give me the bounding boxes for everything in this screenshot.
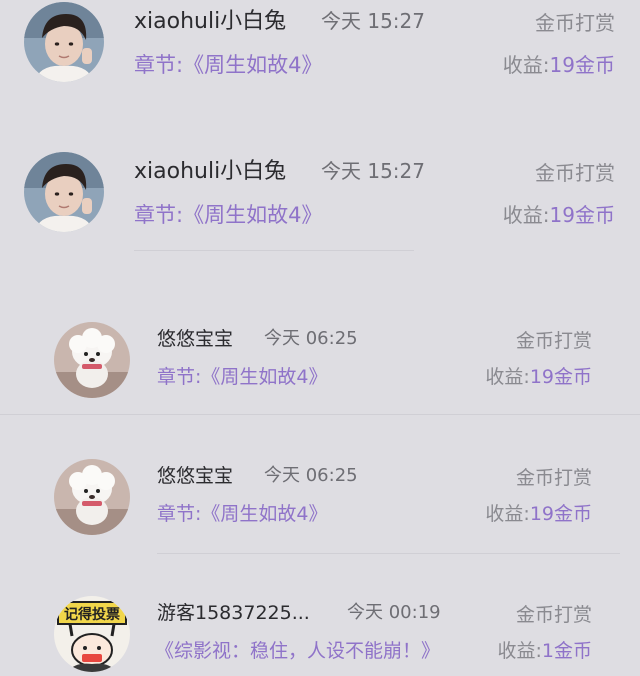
reward-time: 今天 06:25 bbox=[264, 328, 358, 349]
income-label: 收益: bbox=[502, 203, 550, 227]
income-label: 收益: bbox=[497, 640, 542, 662]
reward-type: 金币打赏 bbox=[515, 467, 592, 489]
chapter-link[interactable]: 章节:《周生如故4》 bbox=[157, 505, 328, 524]
chapter-link[interactable]: 《综影视：稳住，人设不能崩！》 bbox=[155, 642, 440, 661]
white-dog-avatar-icon[interactable] bbox=[54, 459, 130, 535]
reward-item[interactable]: xiaohuli小白兔 今天 15:27 金币打赏 章节:《周生如故4》 收益:… bbox=[0, 152, 640, 252]
income: 收益:19金币 bbox=[503, 55, 615, 75]
boy-avatar-icon[interactable] bbox=[24, 152, 104, 232]
boy-avatar-icon[interactable] bbox=[24, 2, 104, 82]
income-amount: 19金币 bbox=[549, 53, 615, 77]
reward-item[interactable]: xiaohuli小白兔 今天 15:27 金币打赏 章节:《周生如故4》 收益:… bbox=[0, 2, 640, 98]
reward-type: 金币打赏 bbox=[515, 330, 592, 352]
divider bbox=[157, 553, 620, 554]
reward-item[interactable]: 记得投票 游客15837225... 今天 00:19 金币打赏 《综影视：稳住… bbox=[0, 596, 640, 676]
income-amount: 1金币 bbox=[541, 640, 592, 662]
username: 悠悠宝宝 bbox=[157, 465, 234, 487]
income-label: 收益: bbox=[485, 366, 530, 388]
reward-time: 今天 06:25 bbox=[264, 465, 358, 486]
chapter-link[interactable]: 章节:《周生如故4》 bbox=[134, 55, 322, 76]
income-amount: 19金币 bbox=[549, 203, 615, 227]
username: 游客15837225... bbox=[157, 602, 310, 624]
reward-item[interactable]: 悠悠宝宝 今天 06:25 金币打赏 章节:《周生如故4》 收益:19金币 bbox=[0, 459, 640, 554]
chapter-link[interactable]: 章节:《周生如故4》 bbox=[157, 368, 328, 387]
income: 收益:19金币 bbox=[503, 205, 615, 225]
cartoon-sign-avatar-icon[interactable]: 记得投票 bbox=[54, 596, 130, 672]
income: 收益:19金币 bbox=[485, 368, 592, 387]
income: 收益:1金币 bbox=[498, 642, 593, 661]
reward-type: 金币打赏 bbox=[535, 11, 615, 35]
chapter-link[interactable]: 章节:《周生如故4》 bbox=[134, 205, 322, 226]
reward-time: 今天 00:19 bbox=[347, 602, 441, 623]
reward-list: xiaohuli小白兔 今天 15:27 金币打赏 章节:《周生如故4》 收益:… bbox=[0, 0, 640, 676]
username: xiaohuli小白兔 bbox=[134, 159, 287, 184]
divider bbox=[134, 250, 414, 251]
income-amount: 19金币 bbox=[529, 366, 592, 388]
income-label: 收益: bbox=[502, 53, 550, 77]
income: 收益:19金币 bbox=[485, 505, 592, 524]
reward-time: 今天 15:27 bbox=[321, 159, 425, 183]
username: xiaohuli小白兔 bbox=[134, 9, 287, 34]
white-dog-avatar-icon[interactable] bbox=[54, 322, 130, 398]
reward-item[interactable]: 悠悠宝宝 今天 06:25 金币打赏 章节:《周生如故4》 收益:19金币 bbox=[0, 322, 640, 415]
reward-type: 金币打赏 bbox=[515, 604, 592, 626]
avatar-sign-text: 记得投票 bbox=[64, 606, 120, 623]
income-label: 收益: bbox=[485, 503, 530, 525]
reward-time: 今天 15:27 bbox=[321, 9, 425, 33]
reward-type: 金币打赏 bbox=[535, 161, 615, 185]
divider bbox=[0, 414, 640, 415]
username: 悠悠宝宝 bbox=[157, 328, 234, 350]
income-amount: 19金币 bbox=[529, 503, 592, 525]
